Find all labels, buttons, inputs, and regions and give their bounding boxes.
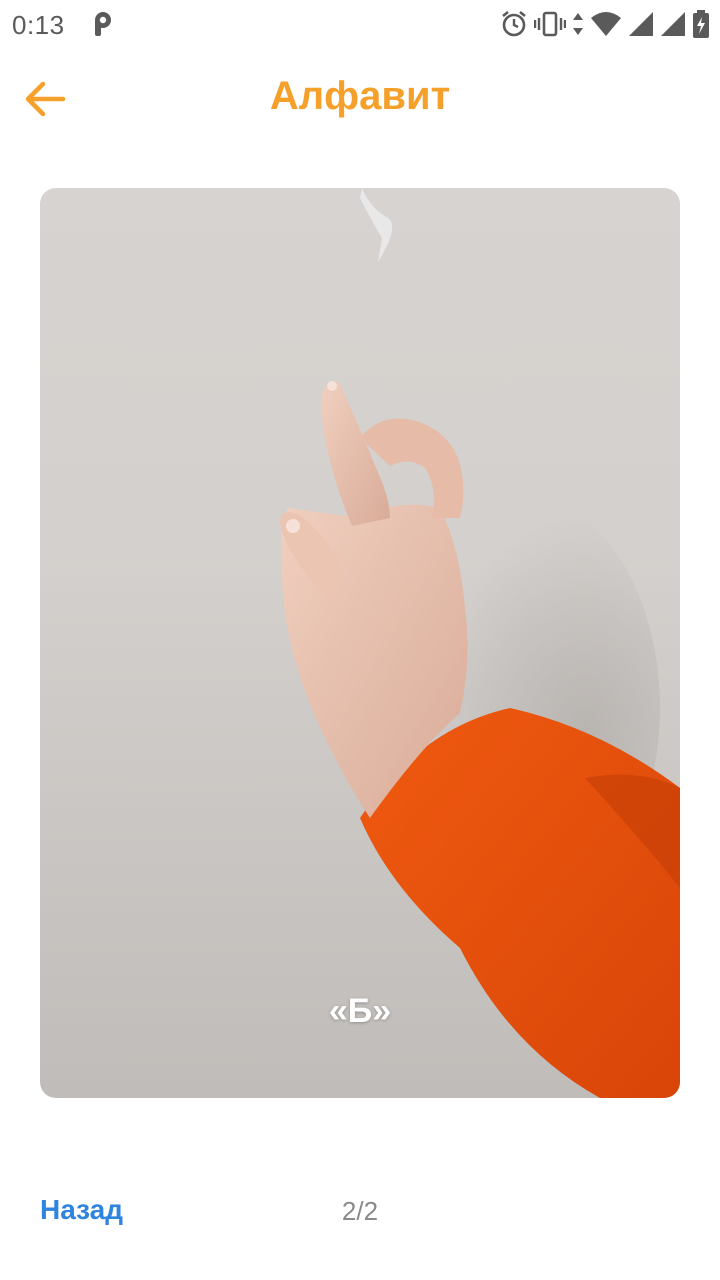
footer: Назад 2/2 <box>0 1180 720 1244</box>
alarm-icon <box>500 10 528 38</box>
gesture-card: «Б» <box>40 188 680 1098</box>
page-title: Алфавит <box>269 74 451 118</box>
data-arrows-icon <box>572 10 584 38</box>
app-bar: Алфавит <box>0 48 720 148</box>
gesture-photo <box>280 188 680 1098</box>
parking-app-icon <box>92 11 114 37</box>
signal-icon-2 <box>660 10 686 38</box>
battery-charging-icon <box>692 9 710 39</box>
signal-icon <box>628 10 654 38</box>
status-bar: 0:13 <box>0 0 720 48</box>
letter-caption: «Б» <box>328 992 392 1030</box>
page-indicator: 2/2 <box>341 1196 379 1226</box>
status-time: 0:13 <box>12 10 65 40</box>
wifi-icon <box>590 10 622 38</box>
vibrate-icon <box>534 10 566 38</box>
